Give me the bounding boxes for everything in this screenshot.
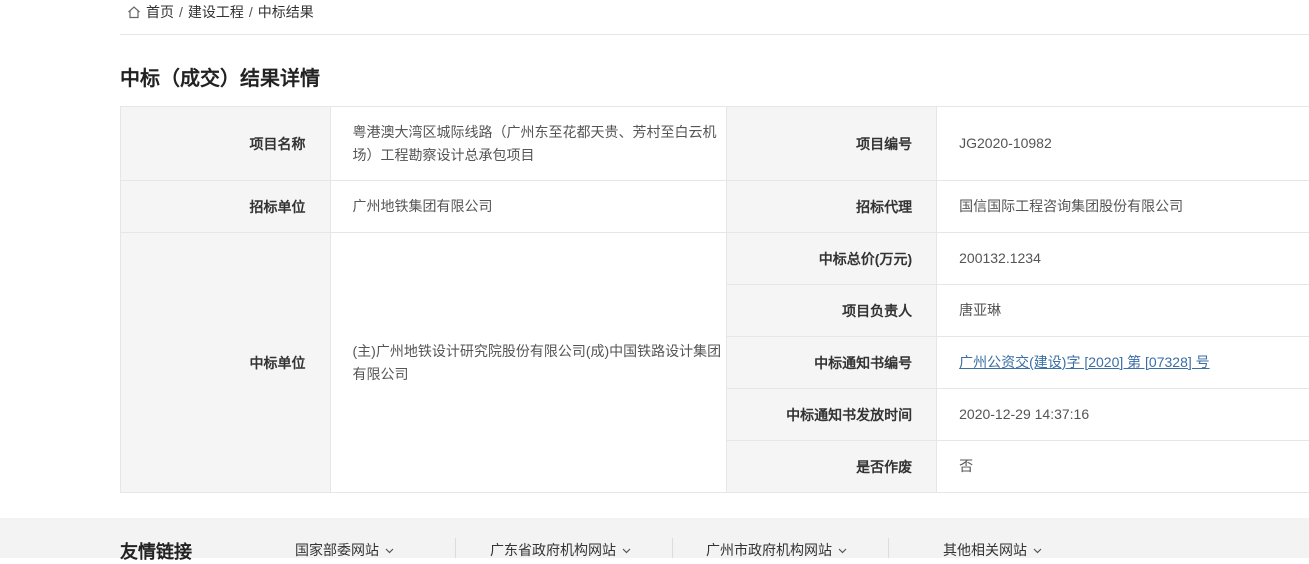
project-no-value: JG2020-10982	[937, 107, 1309, 181]
divider	[888, 538, 889, 558]
table-row: 招标单位 广州地铁集团有限公司 招标代理 国信国际工程咨询集团股份有限公司	[121, 181, 1309, 233]
footer-link-label: 广东省政府机构网站	[490, 540, 616, 560]
footer-link-label: 国家部委网站	[295, 540, 379, 560]
chevron-down-icon	[1033, 546, 1042, 555]
winner-label: 中标单位	[121, 233, 331, 493]
footer-link-label: 其他相关网站	[943, 540, 1027, 560]
notice-no-cell: 广州公资交(建设)字 [2020] 第 [07328] 号	[937, 337, 1309, 389]
divider	[455, 538, 456, 558]
project-no-label: 项目编号	[726, 107, 937, 181]
breadcrumb-current: 中标结果	[258, 2, 314, 22]
manager-label: 项目负责人	[726, 285, 937, 337]
footer-link-ministries[interactable]: 国家部委网站	[295, 540, 394, 560]
agent-label: 招标代理	[726, 181, 937, 233]
notice-no-label: 中标通知书编号	[726, 337, 937, 389]
notice-time-value: 2020-12-29 14:37:16	[937, 389, 1309, 441]
manager-value: 唐亚琳	[937, 285, 1309, 337]
void-label: 是否作废	[726, 441, 937, 493]
breadcrumb-separator: /	[179, 4, 183, 20]
home-icon[interactable]	[127, 5, 141, 19]
breadcrumb-separator: /	[249, 4, 253, 20]
notice-no-link[interactable]: 广州公资交(建设)字 [2020] 第 [07328] 号	[959, 354, 1210, 370]
detail-table: 项目名称 粤港澳大湾区城际线路（广州东至花都天贵、芳村至白云机场）工程勘察设计总…	[120, 106, 1309, 493]
project-name-value: 粤港澳大湾区城际线路（广州东至花都天贵、芳村至白云机场）工程勘察设计总承包项目	[330, 107, 726, 181]
page-title: 中标（成交）结果详情	[120, 62, 320, 91]
footer-link-guangzhou[interactable]: 广州市政府机构网站	[706, 540, 847, 560]
breadcrumb: 首页 / 建设工程 / 中标结果	[127, 0, 314, 24]
table-row: 中标单位 (主)广州地铁设计研究院股份有限公司(成)中国铁路设计集团有限公司 中…	[121, 233, 1309, 285]
footer-link-label: 广州市政府机构网站	[706, 540, 832, 560]
winner-value: (主)广州地铁设计研究院股份有限公司(成)中国铁路设计集团有限公司	[330, 233, 726, 493]
notice-time-label: 中标通知书发放时间	[726, 389, 937, 441]
divider	[120, 34, 1309, 35]
price-label: 中标总价(万元)	[726, 233, 937, 285]
void-value: 否	[937, 441, 1309, 493]
agent-value: 国信国际工程咨询集团股份有限公司	[937, 181, 1309, 233]
tenderer-label: 招标单位	[121, 181, 331, 233]
chevron-down-icon	[622, 546, 631, 555]
table-row: 项目名称 粤港澳大湾区城际线路（广州东至花都天贵、芳村至白云机场）工程勘察设计总…	[121, 107, 1309, 181]
price-value: 200132.1234	[937, 233, 1309, 285]
divider	[672, 538, 673, 558]
breadcrumb-home-link[interactable]: 首页	[146, 2, 174, 22]
footer: 友情链接 国家部委网站 广东省政府机构网站 广州市政府机构网站 其他相关网站	[0, 518, 1309, 558]
footer-title: 友情链接	[120, 538, 192, 564]
breadcrumb-category-link[interactable]: 建设工程	[188, 2, 244, 22]
chevron-down-icon	[385, 546, 394, 555]
chevron-down-icon	[838, 546, 847, 555]
footer-link-guangdong[interactable]: 广东省政府机构网站	[490, 540, 631, 560]
footer-link-other[interactable]: 其他相关网站	[943, 540, 1042, 560]
project-name-label: 项目名称	[121, 107, 331, 181]
tenderer-value: 广州地铁集团有限公司	[330, 181, 726, 233]
